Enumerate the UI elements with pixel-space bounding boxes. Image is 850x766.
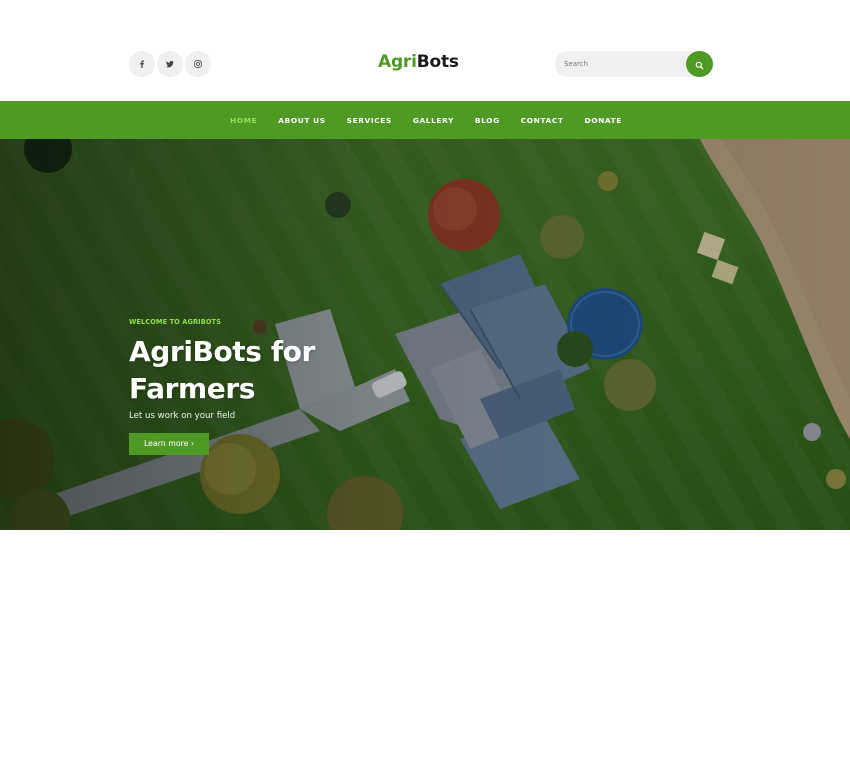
instagram-icon bbox=[194, 60, 202, 68]
search-box bbox=[555, 51, 713, 77]
search-input[interactable] bbox=[555, 51, 687, 77]
hero-title: AgriBots for Farmers bbox=[129, 333, 369, 407]
nav-item-contact[interactable]: CONTACT bbox=[521, 116, 564, 125]
nav-item-blog[interactable]: BLOG bbox=[475, 116, 500, 125]
nav-item-services[interactable]: SERVICES bbox=[347, 116, 392, 125]
logo-agri: Agri bbox=[378, 52, 417, 72]
social-links bbox=[129, 51, 211, 77]
main-nav: HOME ABOUT US SERVICES GALLERY BLOG CONT… bbox=[0, 101, 850, 139]
nav-item-gallery[interactable]: GALLERY bbox=[413, 116, 454, 125]
hero-content: WELCOME TO AGRIBOTS AgriBots for Farmers… bbox=[129, 318, 369, 455]
hero-title-line-1: AgriBots for bbox=[129, 335, 315, 368]
facebook-link[interactable] bbox=[129, 51, 155, 77]
logo-bots: Bots bbox=[416, 52, 459, 72]
twitter-link[interactable] bbox=[157, 51, 183, 77]
instagram-link[interactable] bbox=[185, 51, 211, 77]
hero-background-image bbox=[0, 139, 850, 530]
twitter-icon bbox=[166, 60, 174, 68]
nav-item-home[interactable]: HOME bbox=[230, 116, 257, 125]
nav-menu: HOME ABOUT US SERVICES GALLERY BLOG CONT… bbox=[230, 101, 643, 139]
hero-banner: WELCOME TO AGRIBOTS AgriBots for Farmers… bbox=[0, 139, 850, 530]
hero-subtitle: Let us work on your field bbox=[129, 411, 236, 421]
learn-more-button[interactable]: Learn more › bbox=[129, 433, 209, 455]
site-logo[interactable]: AgriBots bbox=[378, 51, 459, 73]
facebook-icon bbox=[138, 60, 146, 68]
search-icon bbox=[695, 55, 704, 74]
nav-item-about-us[interactable]: ABOUT US bbox=[278, 116, 325, 125]
search-button[interactable] bbox=[686, 51, 713, 77]
hero-title-line-2: Farmers bbox=[129, 372, 256, 405]
site-header: AgriBots bbox=[0, 0, 850, 101]
nav-item-donate[interactable]: DONATE bbox=[584, 116, 621, 125]
hero-eyebrow: WELCOME TO AGRIBOTS bbox=[129, 318, 222, 326]
